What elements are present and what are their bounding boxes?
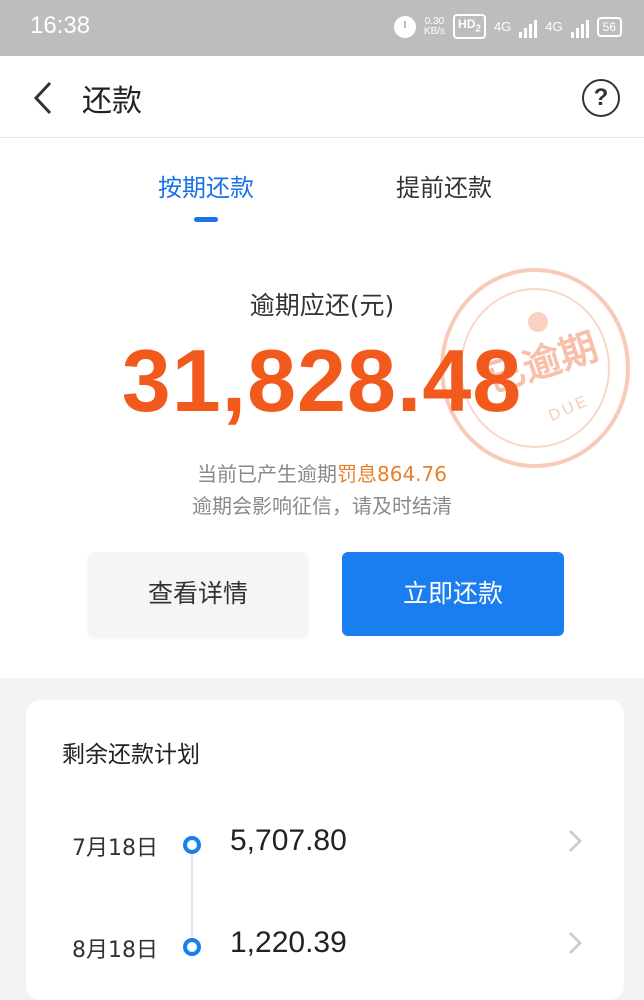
overdue-amount: 31,828.48 (121, 331, 523, 430)
chevron-right-icon (569, 932, 582, 954)
overdue-amount-label: 逾期应还(元) (249, 291, 395, 320)
help-icon[interactable]: ? (582, 79, 620, 117)
status-bar: 16:38 0.30 KB/s HD2 4G 4G 56 (0, 0, 644, 56)
timeline-dot-icon (183, 938, 201, 956)
view-details-button[interactable]: 查看详情 (88, 552, 308, 636)
plan-row-date: 8月18日 (72, 938, 158, 963)
timeline-dot-icon (183, 836, 201, 854)
penalty-amount: 罚息864.76 (337, 462, 447, 486)
net-speed: 0.30 KB/s (423, 15, 446, 37)
signal-icon (519, 16, 538, 38)
plan-row-amount: 1,220.39 (230, 926, 347, 959)
plan-row[interactable]: 8月18日 1,220.39 (26, 922, 624, 982)
signal-icon-2 (570, 16, 589, 38)
credit-warning: 逾期会影响征信，请及时结清 (192, 494, 452, 518)
alarm-icon (393, 15, 416, 38)
tab-scheduled-repay[interactable]: 按期还款 (158, 168, 254, 203)
status-time: 16:38 (30, 12, 91, 39)
repayment-plan-card: 剩余还款计划 7月18日 5,707.80 8月18日 1,220.39 (26, 700, 624, 1000)
plan-row-date: 7月18日 (72, 836, 158, 861)
hd-icon: HD2 (453, 14, 486, 40)
nav-bar: 还款 ? (0, 56, 644, 138)
back-arrow-icon[interactable] (28, 80, 60, 116)
penalty-info: 当前已产生逾期罚息864.76 (197, 462, 447, 486)
tab-indicator (194, 217, 218, 222)
tab-early-repay[interactable]: 提前还款 (396, 168, 492, 203)
plan-title: 剩余还款计划 (62, 742, 200, 768)
plan-row-amount: 5,707.80 (230, 824, 347, 857)
page-title: 还款 (82, 84, 142, 119)
network-type-1: 4G (493, 19, 512, 35)
chevron-right-icon (569, 830, 582, 852)
battery-icon: 56 (596, 16, 622, 37)
status-icons: 0.30 KB/s HD2 4G 4G 56 (393, 14, 622, 40)
network-type-2: 4G (545, 19, 563, 35)
repay-now-button[interactable]: 立即还款 (342, 552, 564, 636)
plan-row[interactable]: 7月18日 5,707.80 (26, 820, 624, 880)
